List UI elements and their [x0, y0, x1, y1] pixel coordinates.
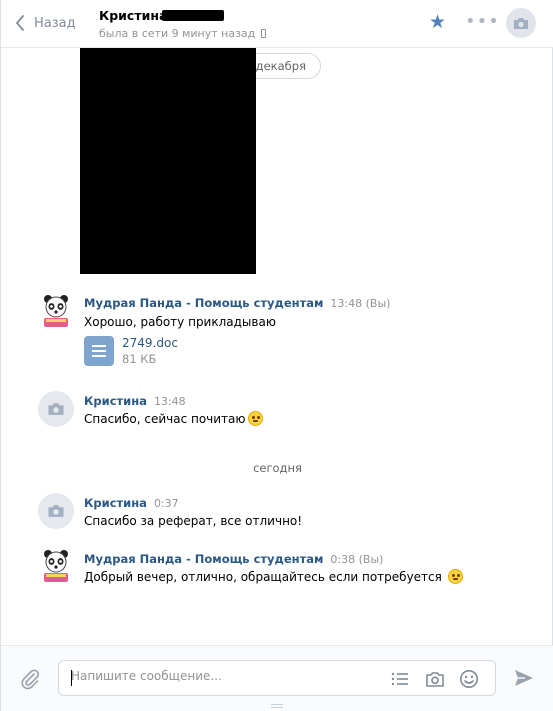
- emoji-icon: [247, 411, 263, 426]
- doc-name[interactable]: 2749.doc: [122, 336, 178, 350]
- composer: [1, 645, 553, 711]
- phone-icon: [261, 29, 267, 38]
- message-input-box[interactable]: [58, 660, 496, 696]
- avatar[interactable]: [38, 293, 74, 329]
- panda-icon: [44, 295, 68, 327]
- peer-status-text: была в сети 9 минут назад: [99, 27, 256, 40]
- author-name[interactable]: Мудрая Панда - Помощь студентам: [84, 552, 323, 566]
- message-time[interactable]: 0:38 (Вы): [330, 553, 383, 566]
- message-text: Спасибо, сейчас почитаю: [84, 412, 246, 426]
- more-dots-icon[interactable]: •••: [465, 11, 500, 32]
- chat-window: Назад Кристина была в сети 9 минут назад…: [0, 0, 553, 711]
- doc-size: 81 КБ: [122, 352, 157, 366]
- message-text: Спасибо за реферат, все отлично!: [84, 514, 303, 528]
- redacted-image: [80, 48, 256, 274]
- message-author[interactable]: Кристина 13:48: [84, 394, 186, 408]
- avatar[interactable]: [38, 548, 74, 584]
- text-caret: [71, 670, 72, 686]
- author-name[interactable]: Кристина: [84, 496, 147, 510]
- back-label: Назад: [34, 15, 76, 31]
- peer-name[interactable]: Кристина: [99, 8, 167, 23]
- message-author[interactable]: Мудрая Панда - Помощь студентам 0:38 (Вы): [84, 552, 383, 566]
- message-time[interactable]: 13:48: [154, 395, 186, 408]
- camera-icon: [48, 403, 64, 415]
- author-name[interactable]: Кристина: [84, 394, 147, 408]
- chat-header: Назад Кристина была в сети 9 минут назад…: [1, 0, 553, 48]
- peer-avatar[interactable]: [506, 8, 536, 38]
- message-text-row: Спасибо, сейчас почитаю: [84, 411, 263, 426]
- smile-icon[interactable]: [459, 669, 479, 689]
- camera-icon: [514, 17, 528, 29]
- avatar[interactable]: [38, 493, 74, 529]
- message-author[interactable]: Мудрая Панда - Помощь студентам 13:48 (Вы…: [84, 296, 390, 310]
- doc-attachment[interactable]: 2749.doc 81 КБ: [84, 336, 178, 366]
- message-text-row: Добрый вечер, отлично, обращайтесь если …: [84, 569, 463, 584]
- message-text: Добрый вечер, отлично, обращайтесь если …: [84, 570, 442, 584]
- message-input[interactable]: [71, 669, 371, 683]
- camera-icon[interactable]: [425, 669, 445, 689]
- emoji-icon: [447, 569, 463, 584]
- message-time[interactable]: 13:48 (Вы): [330, 297, 390, 310]
- day-separator: сегодня: [253, 461, 302, 475]
- chevron-left-icon: [15, 15, 24, 31]
- peer-status: была в сети 9 минут назад: [99, 27, 267, 40]
- avatar[interactable]: [38, 391, 74, 427]
- redaction-bar: [162, 10, 224, 21]
- star-icon[interactable]: ★: [429, 11, 446, 33]
- camera-icon: [48, 505, 64, 517]
- send-icon[interactable]: [513, 668, 535, 691]
- date-pill-label: декабря: [255, 59, 306, 73]
- list-icon[interactable]: [390, 669, 410, 689]
- resize-grip[interactable]: [271, 704, 283, 708]
- author-name[interactable]: Мудрая Панда - Помощь студентам: [84, 296, 323, 310]
- message-text: Хорошо, работу прикладываю: [84, 315, 276, 329]
- message-author[interactable]: Кристина 0:37: [84, 496, 179, 510]
- message-time[interactable]: 0:37: [154, 497, 179, 510]
- paperclip-icon[interactable]: [19, 668, 41, 693]
- back-button[interactable]: Назад: [15, 12, 76, 34]
- panda-icon: [44, 550, 68, 582]
- document-icon[interactable]: [84, 336, 114, 366]
